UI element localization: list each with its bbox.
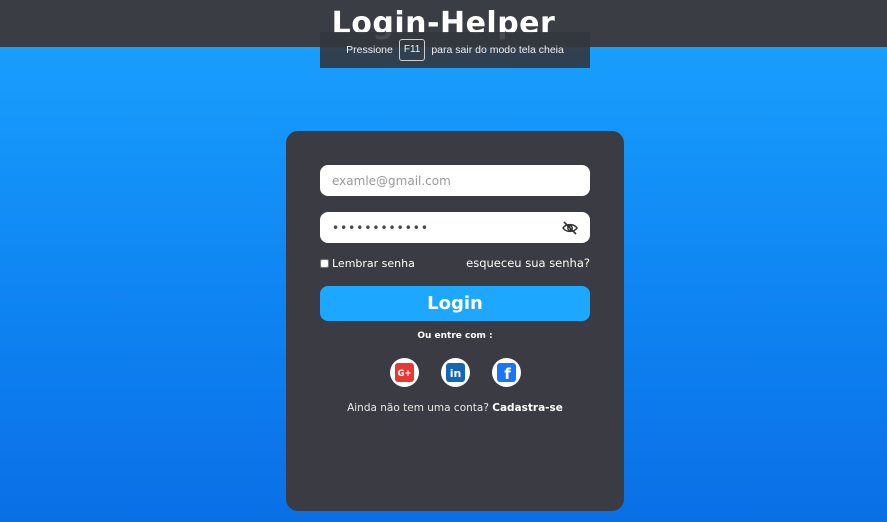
email-input[interactable]: [332, 173, 578, 188]
fullscreen-hint-before: Pressione: [346, 44, 393, 56]
remember-checkbox[interactable]: [320, 258, 329, 268]
fullscreen-hint-after: para sair do modo tela cheia: [431, 44, 564, 56]
password-field[interactable]: [320, 212, 590, 243]
options-row: Lembrar senha esqueceu sua senha?: [320, 255, 590, 271]
remember-label: Lembrar senha: [332, 256, 415, 270]
f11-key: F11: [398, 39, 426, 61]
signup-link[interactable]: Cadastra-se: [492, 402, 563, 414]
or-login-with-label: Ou entre com :: [417, 331, 493, 341]
linkedin-icon: in: [445, 363, 465, 382]
social-login-buttons: G+ in f: [286, 358, 624, 387]
fullscreen-hint: Pressione F11 para sair do modo tela che…: [320, 32, 590, 68]
password-input[interactable]: [332, 220, 556, 235]
google-plus-icon: G+: [394, 363, 414, 382]
facebook-icon: f: [496, 363, 516, 382]
signup-prompt: Ainda não tem uma conta? Cadastra-se: [286, 402, 624, 414]
forgot-password-link[interactable]: esqueceu sua senha?: [466, 256, 590, 270]
email-field[interactable]: [320, 165, 590, 196]
google-plus-button[interactable]: G+: [389, 358, 419, 387]
login-button[interactable]: Login: [320, 286, 590, 321]
linkedin-glyph: in: [449, 367, 461, 380]
remember-me[interactable]: Lembrar senha: [320, 257, 415, 270]
facebook-glyph: f: [504, 365, 511, 382]
google-plus-glyph: G+: [397, 369, 411, 379]
login-card: Lembrar senha esqueceu sua senha? Login …: [286, 131, 624, 511]
facebook-button[interactable]: f: [491, 358, 521, 387]
signup-prompt-text: Ainda não tem uma conta?: [347, 402, 489, 414]
eye-slash-icon[interactable]: [562, 220, 578, 235]
linkedin-button[interactable]: in: [440, 358, 470, 387]
